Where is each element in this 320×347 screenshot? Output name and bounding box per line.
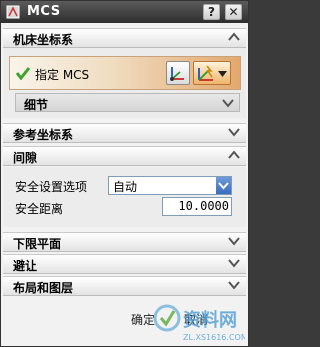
section-clearance[interactable]: 间隙 [3,146,246,166]
ok-button[interactable]: 确定 [131,311,155,333]
close-icon: ✕ [228,5,239,19]
chevron-down-icon [228,259,240,268]
app-icon [6,5,20,19]
clearance-option-value: 自动 [113,180,138,194]
dropdown-arrow[interactable] [216,177,231,194]
chevron-down-icon [228,128,240,137]
svg-text:资料网: 资料网 [183,309,237,331]
clearance-option-label: 安全设置选项 [15,180,88,194]
help-button[interactable]: ? [203,4,220,20]
csys-dialog-button[interactable] [166,61,190,85]
close-button[interactable]: ✕ [225,4,242,20]
chevron-down-icon [228,281,240,290]
watermark-logo: 资料网 ZL.XS1616.COM [153,298,248,344]
window-title: MCS [27,4,61,19]
chevron-down-icon [228,237,240,246]
dynamic-csys-icon [198,65,213,81]
section-avoidance-label: 避让 [13,259,38,273]
section-reference-csys[interactable]: 参考坐标系 [3,123,246,143]
chevron-down-icon [218,182,229,190]
section-machine-csys[interactable]: 机床坐标系 [3,28,246,48]
section-machine-csys-label: 机床坐标系 [13,33,74,47]
watermark-icon: 资料网 ZL.XS1616.COM [153,304,248,342]
check-icon [16,67,30,80]
help-icon: ? [208,5,215,19]
clearance-distance-value: 10.0000 [178,199,229,213]
section-clearance-label: 间隙 [13,151,38,165]
mcs-dialog: MCS ? ✕ 机床坐标系 指定 MCS 细节 参考坐标系 间隙 安全设置选项 … [0,0,249,347]
section-layout-layers-label: 布局和图层 [13,281,74,295]
title-bar: MCS ? ✕ [1,1,248,23]
chevron-down-icon [218,71,227,77]
section-layout-layers[interactable]: 布局和图层 [3,276,246,296]
specify-mcs-label: 指定 MCS [35,68,90,82]
section-reference-csys-label: 参考坐标系 [13,128,74,142]
chevron-up-icon [228,32,240,41]
section-avoidance[interactable]: 避让 [3,254,246,274]
clearance-distance-label: 安全距离 [15,202,64,216]
chevron-down-icon [222,99,234,108]
clearance-option-select[interactable]: 自动 [108,176,232,195]
details-subsection[interactable]: 细节 [15,93,240,112]
specify-mcs-row[interactable]: 指定 MCS [9,56,241,90]
csys-icon [170,67,184,81]
section-lower-limit-label: 下限平面 [13,237,62,251]
details-label: 细节 [24,98,49,112]
ok-label: 确定 [131,313,156,327]
chevron-up-icon [228,150,240,159]
svg-text:ZL.XS1616.COM: ZL.XS1616.COM [183,333,245,342]
clearance-distance-input[interactable]: 10.0000 [162,197,232,216]
section-lower-limit[interactable]: 下限平面 [3,232,246,252]
csys-type-dropdown[interactable] [193,61,231,85]
